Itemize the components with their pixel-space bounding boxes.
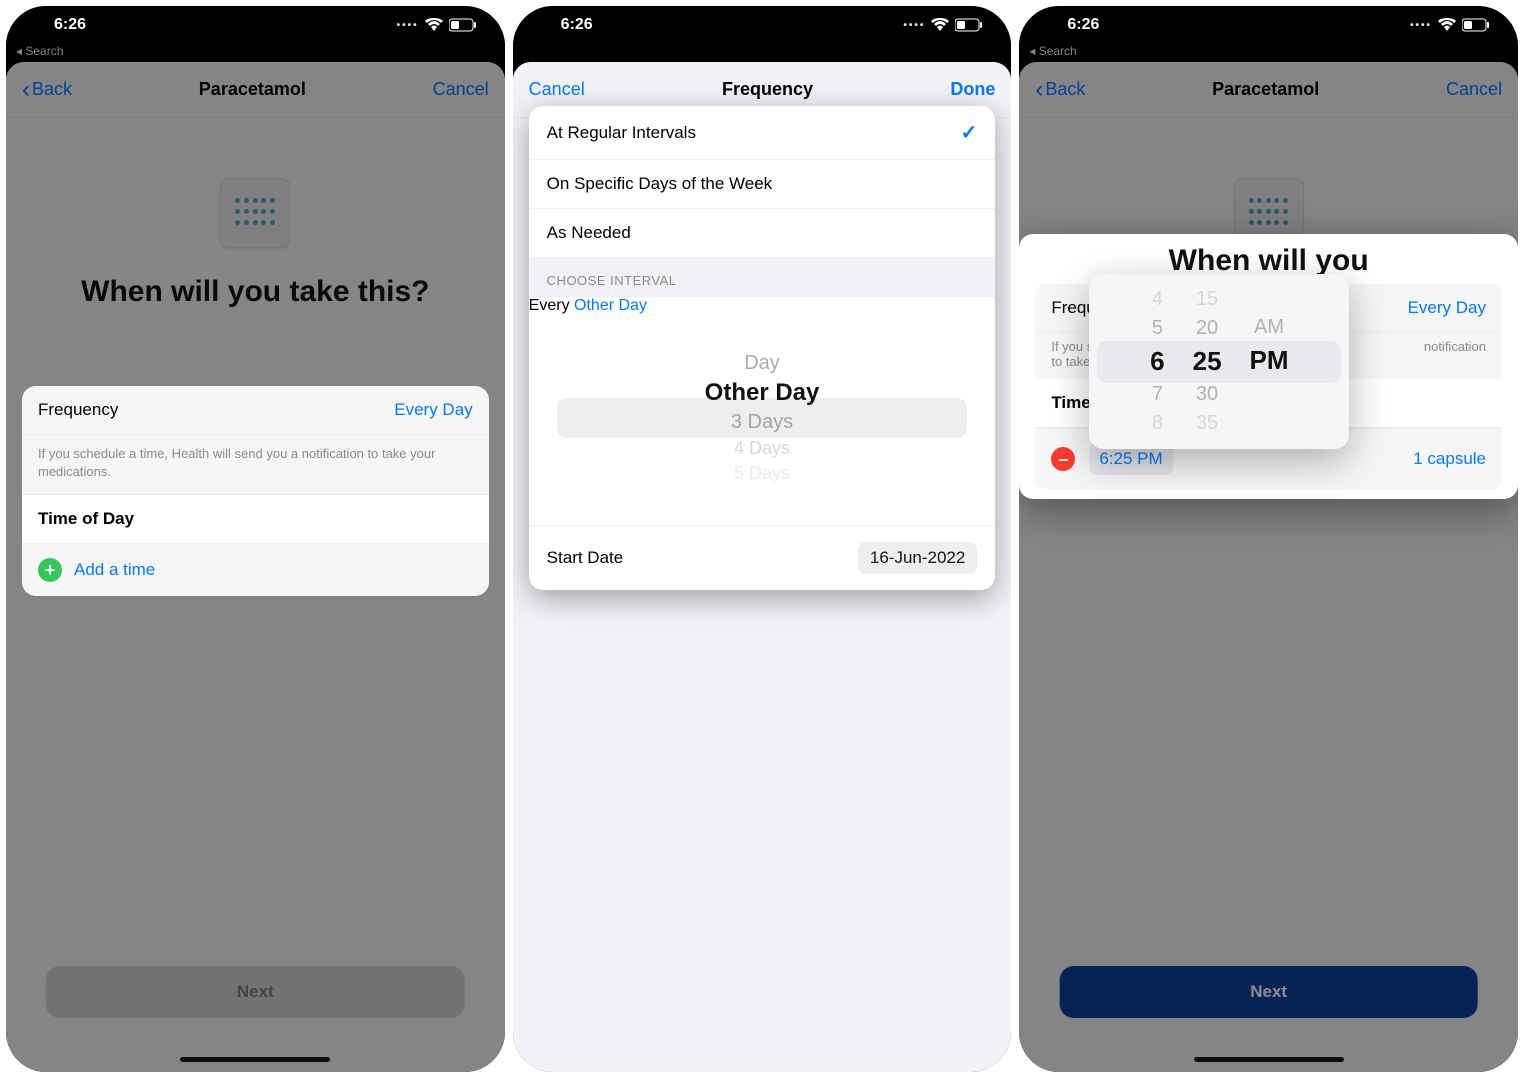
page-title: Paracetamol bbox=[199, 79, 306, 100]
back-to-search[interactable]: Search bbox=[6, 44, 505, 62]
tod-label: Time bbox=[1051, 393, 1090, 413]
battery-icon bbox=[1462, 18, 1490, 32]
option-label: As Needed bbox=[547, 223, 631, 243]
every-value: Other Day bbox=[574, 297, 647, 314]
status-right: •••• bbox=[903, 18, 983, 32]
ampm-selected: PM bbox=[1250, 345, 1289, 376]
done-button[interactable]: Done bbox=[950, 79, 995, 100]
section-choose-interval: CHOOSE INTERVAL bbox=[529, 257, 996, 296]
hour-column[interactable]: 4 5 6 7 8 bbox=[1150, 288, 1164, 435]
screen-3: ‹Back Paracetamol Cancel Next bbox=[1019, 62, 1518, 1072]
chevron-left-icon: ‹ bbox=[1035, 78, 1043, 102]
schedule-card: Frequency Every Day If you schedule a ti… bbox=[22, 386, 489, 596]
status-time: 6:26 bbox=[561, 16, 593, 34]
status-right: •••• bbox=[397, 18, 477, 32]
cancel-button[interactable]: Cancel bbox=[529, 79, 585, 100]
nav-bar: ‹Back Paracetamol Cancel bbox=[6, 62, 505, 118]
add-time-label: Add a time bbox=[74, 560, 155, 580]
plus-icon: + bbox=[38, 558, 62, 582]
start-date-label: Start Date bbox=[547, 548, 624, 568]
status-time: 6:26 bbox=[54, 16, 86, 34]
checkmark-icon: ✓ bbox=[961, 120, 978, 145]
minute-column[interactable]: 15 20 25 30 35 bbox=[1193, 288, 1222, 435]
interval-picker[interactable]: Day Other Day 3 Days 4 Days 5 Days bbox=[557, 333, 968, 503]
tod-label: Time of Day bbox=[38, 509, 134, 529]
next-button[interactable]: Next bbox=[1059, 966, 1478, 1018]
battery-icon bbox=[449, 18, 477, 32]
wifi-icon bbox=[931, 18, 949, 32]
hour-selected: 6 bbox=[1150, 346, 1164, 377]
next-button: Next bbox=[46, 966, 465, 1018]
frequency-label: Frequency bbox=[38, 400, 118, 420]
chevron-left-icon: ‹ bbox=[22, 78, 30, 102]
cell-dots-icon: •••• bbox=[1410, 20, 1432, 31]
start-date-value[interactable]: 16-Jun-2022 bbox=[858, 542, 977, 574]
wifi-icon bbox=[425, 18, 443, 32]
status-bar: 6:26 •••• bbox=[513, 6, 1012, 44]
calendar-icon bbox=[220, 178, 290, 248]
dose-value[interactable]: 1 capsule bbox=[1413, 449, 1486, 469]
add-time-row[interactable]: + Add a time bbox=[22, 544, 489, 596]
frequency-overlay: At Regular Intervals ✓ On Specific Days … bbox=[529, 106, 996, 590]
heading: When will you take this? bbox=[81, 274, 429, 310]
option-regular-intervals[interactable]: At Regular Intervals ✓ bbox=[529, 106, 996, 160]
status-right: •••• bbox=[1410, 18, 1490, 32]
every-label: Every bbox=[529, 297, 570, 314]
time-of-day-header: Time of Day bbox=[22, 495, 489, 544]
back-button[interactable]: ‹Back bbox=[1035, 78, 1085, 102]
ampm-column[interactable]: AM PM bbox=[1250, 288, 1289, 435]
home-indicator[interactable] bbox=[1194, 1057, 1344, 1062]
picker-option-selected[interactable]: Other Day bbox=[705, 377, 820, 409]
status-bar: 6:26 •••• bbox=[6, 6, 505, 44]
option-label: At Regular Intervals bbox=[547, 123, 696, 143]
status-bar: 6:26 •••• bbox=[1019, 6, 1518, 44]
minute-selected: 25 bbox=[1193, 346, 1222, 377]
page-title: Frequency bbox=[722, 79, 813, 100]
schedule-hint: If you schedule a time, Health will send… bbox=[22, 435, 489, 495]
remove-icon[interactable]: – bbox=[1051, 447, 1075, 471]
picker-option[interactable]: Day bbox=[705, 350, 820, 377]
option-label: On Specific Days of the Week bbox=[547, 174, 773, 194]
back-to-search[interactable]: Search bbox=[1019, 44, 1518, 62]
cancel-button[interactable]: Cancel bbox=[1446, 79, 1502, 100]
picker-option[interactable]: 3 Days bbox=[705, 409, 820, 436]
frequency-row[interactable]: Frequency Every Day bbox=[22, 386, 489, 435]
cancel-button[interactable]: Cancel bbox=[433, 79, 489, 100]
picker-option[interactable]: 5 Days bbox=[705, 461, 820, 486]
back-button[interactable]: ‹Back bbox=[22, 78, 72, 102]
every-row[interactable]: Every Other Day bbox=[529, 296, 996, 315]
wifi-icon bbox=[1438, 18, 1456, 32]
option-specific-days[interactable]: On Specific Days of the Week bbox=[529, 160, 996, 209]
option-as-needed[interactable]: As Needed bbox=[529, 209, 996, 257]
time-picker-popover[interactable]: 4 5 6 7 8 15 20 25 30 35 AM PM bbox=[1089, 274, 1349, 449]
frequency-value: Every Day bbox=[394, 400, 472, 420]
phone-1: 6:26 •••• Search ‹Back Paracetamol Cance… bbox=[6, 6, 505, 1072]
home-indicator[interactable] bbox=[180, 1057, 330, 1062]
interval-picker-block: Day Other Day 3 Days 4 Days 5 Days bbox=[529, 333, 996, 525]
picker-option[interactable]: 4 Days bbox=[705, 436, 820, 461]
status-time: 6:26 bbox=[1067, 16, 1099, 34]
frequency-options: At Regular Intervals ✓ On Specific Days … bbox=[529, 106, 996, 257]
nav-bar: ‹Back Paracetamol Cancel bbox=[1019, 62, 1518, 118]
phone-2: 6:26 •••• . Cancel Frequency Done At Reg… bbox=[513, 6, 1012, 1072]
phone-3: 6:26 •••• Search ‹Back Paracetamol Cance… bbox=[1019, 6, 1518, 1072]
page-title: Paracetamol bbox=[1212, 79, 1319, 100]
frequency-value: Every Day bbox=[1408, 298, 1486, 318]
start-date-row[interactable]: Start Date 16-Jun-2022 bbox=[529, 525, 996, 590]
cell-dots-icon: •••• bbox=[397, 20, 419, 31]
battery-icon bbox=[955, 18, 983, 32]
cell-dots-icon: •••• bbox=[903, 20, 925, 31]
schedule-popover-card: When will you Frequ Every Day If you sno… bbox=[1019, 234, 1518, 499]
